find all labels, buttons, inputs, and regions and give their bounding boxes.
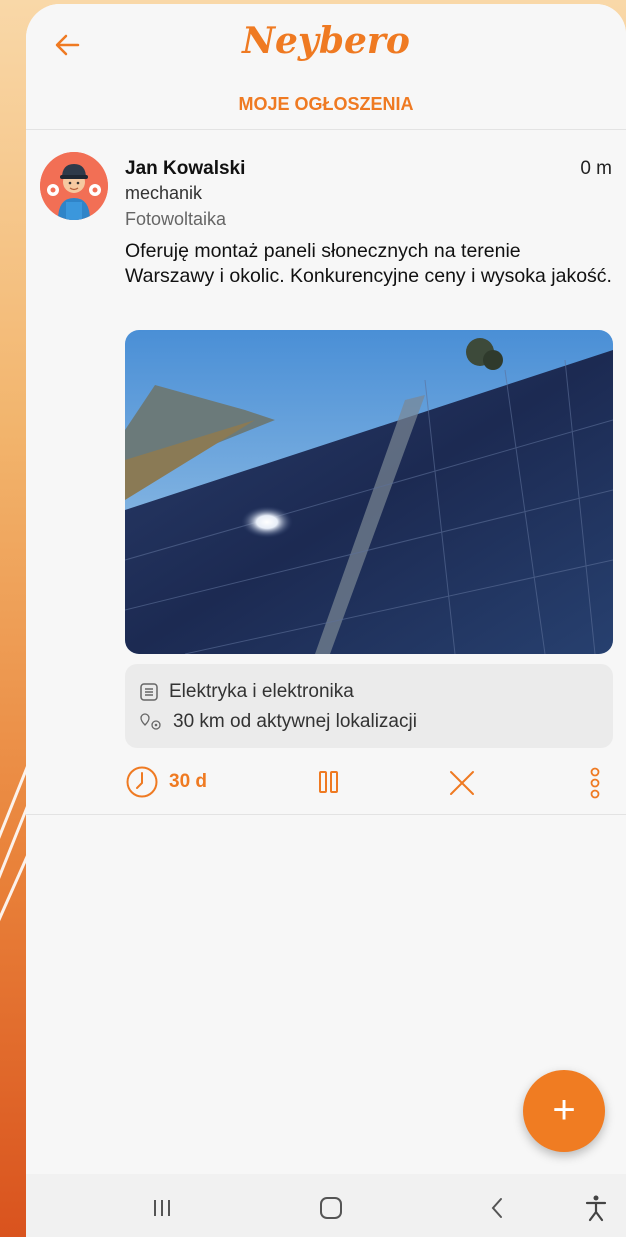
more-vertical-icon[interactable]	[585, 766, 605, 800]
author-name[interactable]: Jan Kowalski	[125, 158, 245, 180]
post-category: Fotowoltaika	[125, 209, 227, 229]
system-nav-bar	[26, 1174, 626, 1237]
location-pin-icon	[140, 713, 161, 730]
mechanic-avatar-icon	[40, 152, 108, 220]
header-divider	[26, 129, 626, 130]
timer: 30 d	[125, 764, 207, 800]
distance-row: 30 km od aktywnej lokalizacji	[139, 709, 417, 735]
post-actions: 30 d	[125, 764, 615, 800]
pause-icon[interactable]	[315, 768, 343, 796]
post-time: 0 m	[580, 158, 612, 179]
author-role: mechanik	[125, 183, 203, 203]
post-description: Oferuję montaż paneli słonecznych na ter…	[125, 240, 612, 287]
post-info-box: Elektryka i elektronika 30 km od aktywne…	[125, 664, 613, 748]
post-photo[interactable]	[125, 330, 613, 654]
app-screen: Neybero MOJE OGŁOSZENIA Jan Kowalski 0 m…	[26, 4, 626, 1237]
post-divider	[26, 814, 626, 815]
section-row: Elektryka i elektronika	[139, 679, 354, 705]
recent-apps-icon[interactable]	[142, 1188, 182, 1228]
home-icon[interactable]	[311, 1188, 351, 1228]
back-nav-icon[interactable]	[478, 1188, 518, 1228]
distance-label: 30 km od aktywnej lokalizacji	[173, 711, 417, 732]
solar-panels-photo	[125, 330, 613, 654]
timer-value: 30 d	[169, 771, 208, 792]
add-post-button[interactable]: +	[523, 1070, 605, 1152]
list-icon	[140, 683, 158, 701]
section-label: Elektryka i elektronika	[169, 681, 354, 702]
clock-icon	[126, 766, 158, 798]
page-title: MOJE OGŁOSZENIA	[238, 94, 414, 114]
app-header: Neybero MOJE OGŁOSZENIA	[26, 4, 626, 129]
avatar[interactable]	[40, 152, 108, 220]
accessibility-icon[interactable]	[576, 1188, 616, 1228]
close-icon[interactable]	[447, 768, 477, 798]
app-logo: Neybero	[242, 20, 410, 62]
